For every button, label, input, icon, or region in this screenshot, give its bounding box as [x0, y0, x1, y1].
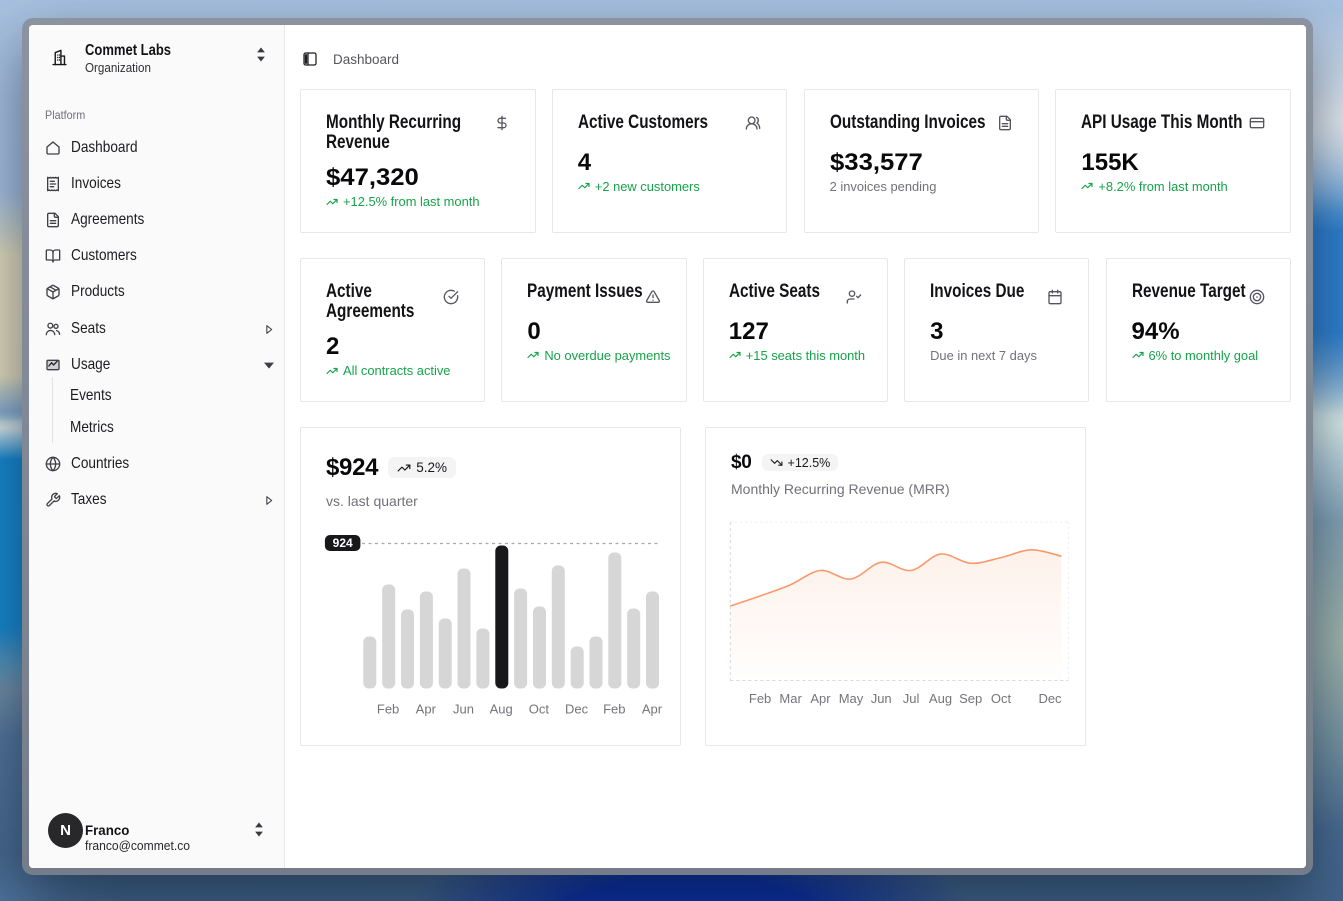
svg-text:Feb: Feb: [377, 702, 399, 717]
svg-text:Apr: Apr: [810, 691, 831, 706]
svg-text:Aug: Aug: [929, 691, 952, 706]
svg-text:Dec: Dec: [565, 702, 589, 717]
svg-text:Mar: Mar: [779, 691, 802, 706]
svg-text:Oct: Oct: [991, 691, 1012, 706]
svg-text:Aug: Aug: [490, 702, 513, 717]
svg-text:Feb: Feb: [749, 691, 771, 706]
svg-text:Jun: Jun: [871, 691, 892, 706]
svg-text:924: 924: [333, 536, 353, 550]
svg-text:Oct: Oct: [529, 702, 550, 717]
svg-text:Feb: Feb: [603, 702, 625, 717]
svg-text:Jul: Jul: [903, 691, 920, 706]
svg-text:Dec: Dec: [1038, 691, 1062, 706]
svg-text:Apr: Apr: [416, 702, 437, 717]
svg-text:May: May: [839, 691, 864, 706]
svg-text:Jun: Jun: [453, 702, 474, 717]
svg-text:Sep: Sep: [959, 691, 982, 706]
svg-text:Apr: Apr: [642, 702, 663, 717]
